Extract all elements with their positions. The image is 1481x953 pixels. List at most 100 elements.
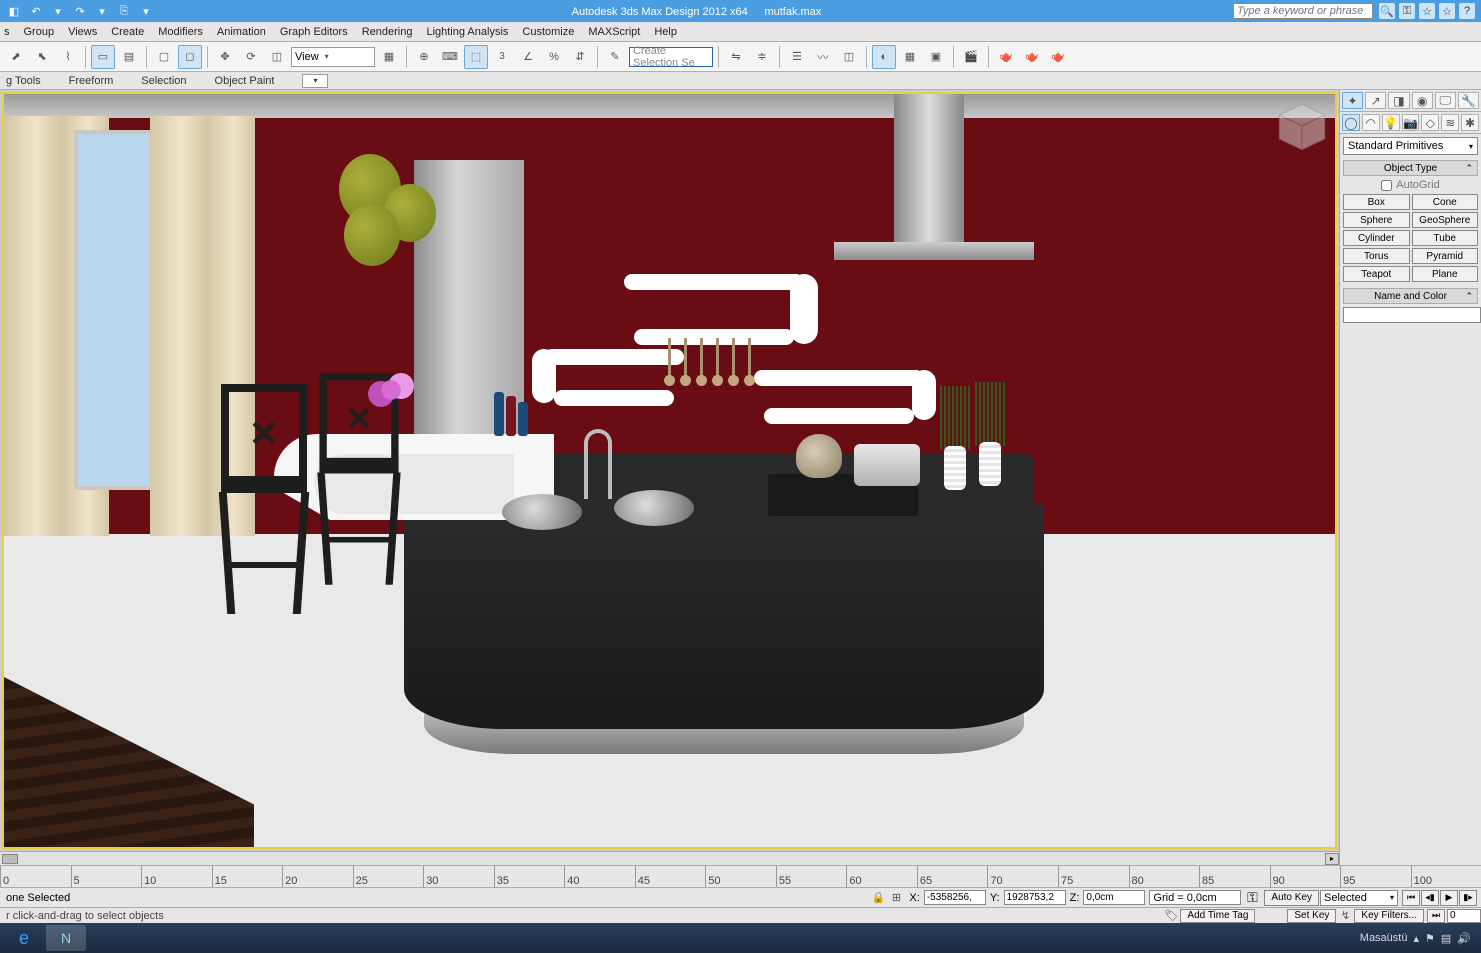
rect-region-icon[interactable]: ▢	[152, 45, 176, 69]
tube-button[interactable]: Tube	[1412, 230, 1479, 246]
autokey-button[interactable]: Auto Key	[1264, 890, 1319, 906]
ribbon-tab-selection[interactable]: Selection	[141, 75, 186, 87]
rollout-object-type[interactable]: Object Type	[1343, 160, 1478, 176]
menu-customize[interactable]: Customize	[522, 26, 574, 38]
current-frame-input[interactable]	[1447, 909, 1481, 923]
ribbon-tab-objectpaint[interactable]: Object Paint	[215, 75, 275, 87]
teapot-button[interactable]: Teapot	[1343, 266, 1410, 282]
ribbon-tab-freeform[interactable]: Freeform	[69, 75, 114, 87]
create-tab-icon[interactable]: ✦	[1342, 92, 1363, 109]
qat-dropdown-icon[interactable]: ▾	[50, 3, 66, 19]
menu-animation[interactable]: Animation	[217, 26, 266, 38]
rollout-name-color[interactable]: Name and Color	[1343, 288, 1478, 304]
geosphere-button[interactable]: GeoSphere	[1412, 212, 1479, 228]
spinner-snap-icon[interactable]: ⇵	[568, 45, 592, 69]
utilities-tab-icon[interactable]: 🔧	[1458, 92, 1479, 109]
next-frame-icon[interactable]: ▮▸	[1459, 890, 1477, 906]
three-label[interactable]: 3	[490, 45, 514, 69]
tray-action-icon[interactable]: ⚑	[1425, 932, 1435, 945]
redo-icon[interactable]: ↷	[72, 3, 88, 19]
pyramid-button[interactable]: Pyramid	[1412, 248, 1479, 264]
systems-tab-icon[interactable]: ✱	[1461, 114, 1479, 131]
plane-button[interactable]: Plane	[1412, 266, 1479, 282]
lock-selection-icon[interactable]: 🔒	[869, 890, 887, 906]
sphere-button[interactable]: Sphere	[1343, 212, 1410, 228]
unlink-icon[interactable]: ⬉	[30, 45, 54, 69]
teapot2-icon[interactable]: 🫖	[1020, 45, 1044, 69]
y-input[interactable]	[1004, 890, 1066, 905]
ie-taskbar-icon[interactable]: e	[4, 925, 44, 951]
menu-help[interactable]: Help	[654, 26, 677, 38]
select-link-icon[interactable]: ⬈	[4, 45, 28, 69]
tray-network-icon[interactable]: ▤	[1441, 932, 1451, 945]
menu-group[interactable]: Group	[24, 26, 55, 38]
z-input[interactable]	[1083, 890, 1145, 905]
keyfilters-button[interactable]: Key Filters...	[1354, 909, 1424, 923]
keymode2-icon[interactable]: ↯	[1337, 909, 1353, 923]
menu-modifiers[interactable]: Modifiers	[158, 26, 203, 38]
teapot3-icon[interactable]: 🫖	[1046, 45, 1070, 69]
timetag-icon[interactable]: 🏷	[1163, 909, 1179, 923]
help-icon[interactable]: ?	[1459, 3, 1475, 19]
star2-icon[interactable]: ☆	[1439, 3, 1455, 19]
move-icon[interactable]: ✥	[213, 45, 237, 69]
cylinder-button[interactable]: Cylinder	[1343, 230, 1410, 246]
menu-rendering[interactable]: Rendering	[362, 26, 413, 38]
hierarchy-tab-icon[interactable]: ◨	[1388, 92, 1409, 109]
menu-maxscript[interactable]: MAXScript	[588, 26, 640, 38]
use-center-icon[interactable]: ▦	[377, 45, 401, 69]
select-name-icon[interactable]: ▤	[117, 45, 141, 69]
teapot1-icon[interactable]: 🫖	[994, 45, 1018, 69]
menu-edit[interactable]: s	[4, 26, 10, 38]
binoculars-icon[interactable]: 🔍	[1379, 3, 1395, 19]
menu-views[interactable]: Views	[68, 26, 97, 38]
key-icon[interactable]: ⚿	[1399, 3, 1415, 19]
geometry-tab-icon[interactable]: ◯	[1342, 114, 1360, 131]
x-input[interactable]	[924, 890, 986, 905]
align-icon[interactable]: ≑	[750, 45, 774, 69]
percent-snap-icon[interactable]: %	[542, 45, 566, 69]
cone-button[interactable]: Cone	[1412, 194, 1479, 210]
select-manipulate-icon[interactable]: ⊕	[412, 45, 436, 69]
time-slider[interactable]: 0510152025303540455055606570758085909510…	[0, 865, 1481, 887]
menu-lighting[interactable]: Lighting Analysis	[426, 26, 508, 38]
motion-tab-icon[interactable]: ◉	[1412, 92, 1433, 109]
window-crossing-icon[interactable]: ◻	[178, 45, 202, 69]
render-frame-icon[interactable]: ▣	[924, 45, 948, 69]
app-menu-icon[interactable]: ◧	[6, 3, 22, 19]
tray-up-icon[interactable]: ▴	[1413, 932, 1419, 945]
setkey-button[interactable]: Set Key	[1287, 909, 1336, 923]
cameras-tab-icon[interactable]: 📷	[1402, 114, 1420, 131]
ref-coord-dropdown[interactable]: View	[291, 47, 375, 67]
schematic-icon[interactable]: ◫	[837, 45, 861, 69]
helpers-tab-icon[interactable]: ◇	[1421, 114, 1439, 131]
star-icon[interactable]: ☆	[1419, 3, 1435, 19]
display-tab-icon[interactable]: 🖵	[1435, 92, 1456, 109]
material-editor-icon[interactable]: ◐	[872, 45, 896, 69]
curve-editor-icon[interactable]: 〰	[811, 45, 835, 69]
named-sel-edit-icon[interactable]: ✎	[603, 45, 627, 69]
primitive-type-dropdown[interactable]: Standard Primitives	[1343, 137, 1478, 155]
3dsmax-taskbar-icon[interactable]: N	[46, 925, 86, 951]
autogrid-checkbox[interactable]	[1381, 180, 1392, 191]
viewcube-icon[interactable]	[1275, 100, 1329, 154]
qat-more-icon[interactable]: ▾	[138, 3, 154, 19]
named-selection-input[interactable]: Create Selection Se	[629, 47, 713, 67]
select-object-icon[interactable]: ▭	[91, 45, 115, 69]
layers-icon[interactable]: ☰	[785, 45, 809, 69]
viewport[interactable]	[2, 92, 1337, 849]
scroll-right-icon[interactable]: ▸	[1325, 853, 1339, 865]
object-name-input[interactable]	[1343, 307, 1481, 323]
menu-create[interactable]: Create	[111, 26, 144, 38]
keyboard-shortcut-icon[interactable]: ⌨	[438, 45, 462, 69]
modify-tab-icon[interactable]: ↗	[1365, 92, 1386, 109]
tray-sound-icon[interactable]: 🔊	[1457, 932, 1471, 945]
spacewarps-tab-icon[interactable]: ≋	[1441, 114, 1459, 131]
box-button[interactable]: Box	[1343, 194, 1410, 210]
goto-start-icon[interactable]: ⏮	[1402, 890, 1420, 906]
torus-button[interactable]: Torus	[1343, 248, 1410, 264]
rotate-icon[interactable]: ⟳	[239, 45, 263, 69]
shapes-tab-icon[interactable]: ◠	[1362, 114, 1380, 131]
render-setup-icon[interactable]: ▦	[898, 45, 922, 69]
snap-toggle-icon[interactable]: ⬚	[464, 45, 488, 69]
